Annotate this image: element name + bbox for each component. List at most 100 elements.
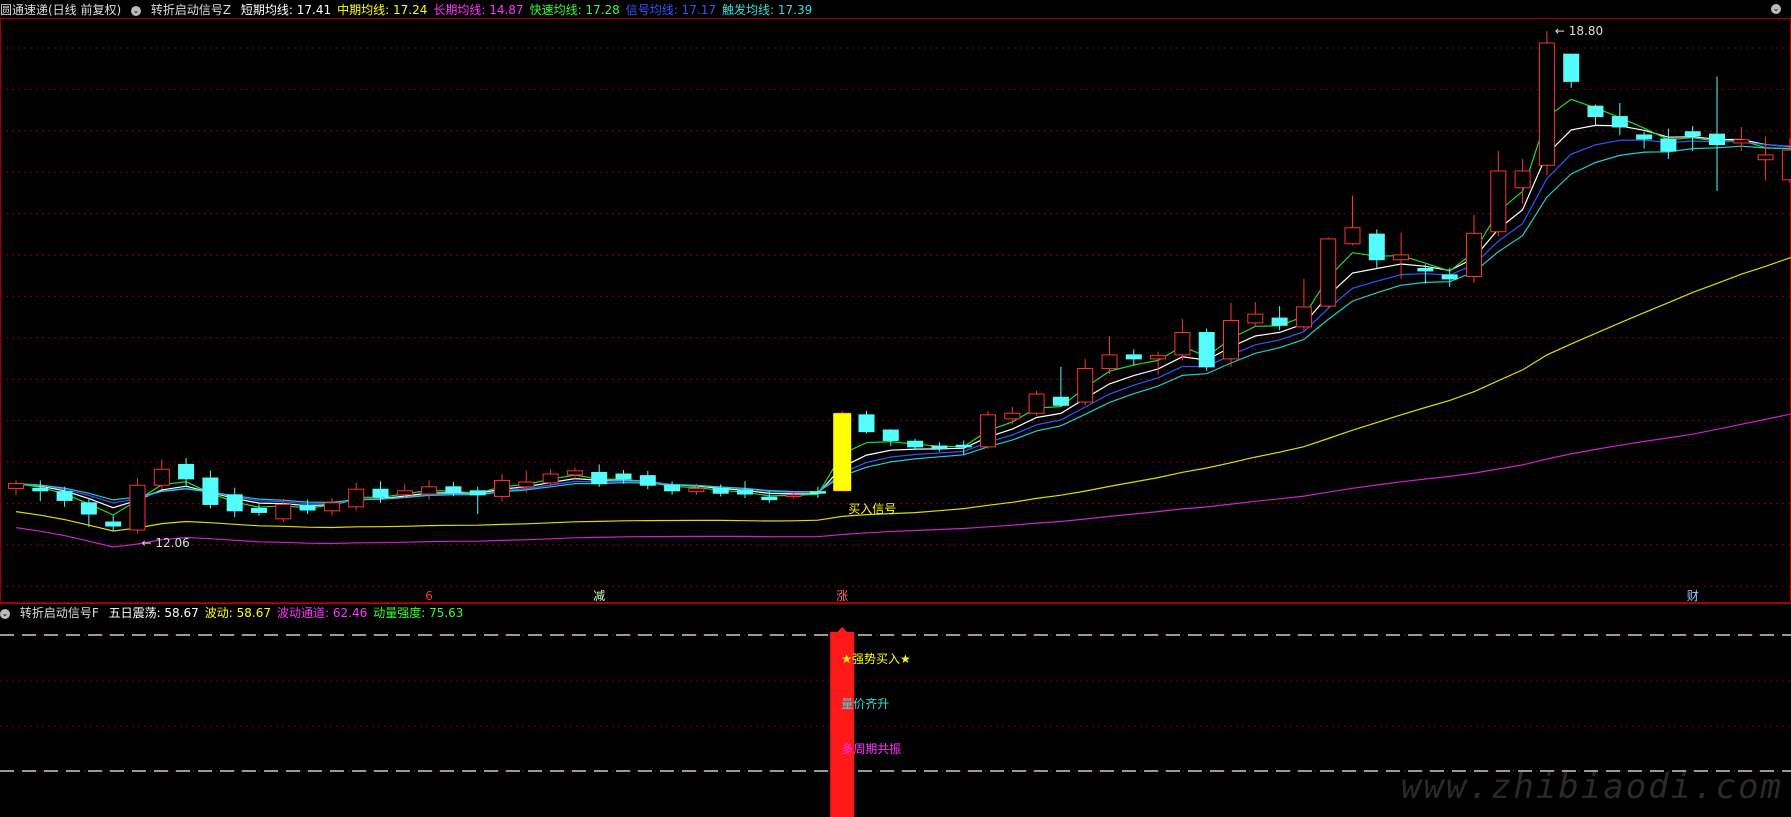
candle [105, 515, 122, 531]
oscillator-value-list: 五日震荡: 58.67 波动: 58.67 波动通道: 62.46 动量强度: 75.… [109, 606, 470, 620]
osc-value-item: 波动通道: 62.46 [277, 606, 368, 620]
candle [494, 474, 510, 502]
candle-body [591, 471, 608, 485]
candle [1466, 214, 1482, 283]
ma-value-item: 中期均线: 17.24 [337, 3, 428, 17]
candle-body [348, 488, 365, 508]
sub-indicator-name[interactable]: 转折启动信号F [20, 606, 99, 620]
candle [129, 478, 146, 534]
candle [639, 470, 656, 490]
osc-value-item: 动量强度: 75.63 [373, 606, 464, 620]
candle-body [1611, 116, 1628, 128]
candle-body [1198, 331, 1215, 368]
buy-signal-label: 买入信号 [848, 502, 896, 516]
date-marker: 财 [1687, 589, 1699, 603]
candle-body [396, 490, 413, 496]
candle-body [1417, 268, 1434, 272]
date-marker: 减 [593, 589, 605, 603]
ma-value-list: 短期均线: 17.41 中期均线: 17.24 长期均线: 14.87 快速均线: 1… [241, 3, 818, 17]
candle-body [153, 468, 170, 486]
trigger-ma-line [15, 145, 1791, 503]
candle-body [737, 489, 753, 495]
chart-labels: ← 18.80 ← 12.06 买入信号 6 减 涨 财 ★强势买入★ 量价齐升多周期共振 [142, 24, 1699, 756]
candle-body [251, 507, 267, 513]
signal-arrow-icon [837, 627, 848, 632]
buy-signal-marks [833, 413, 852, 491]
candle-body [882, 429, 899, 441]
candle [1781, 138, 1791, 183]
candle-body [1368, 233, 1385, 261]
candle [348, 482, 365, 511]
fast-ma-line [15, 98, 1791, 516]
candle-body [421, 486, 438, 495]
panel-menu-icon[interactable]: ⌄ [1771, 4, 1781, 14]
candle [202, 470, 219, 509]
candle-body [1223, 319, 1239, 360]
candle-body [1271, 317, 1288, 326]
candle-body [1320, 238, 1337, 307]
candle-body [202, 477, 219, 505]
candle [980, 410, 996, 449]
collapse-icon[interactable]: ⌄ [0, 608, 10, 619]
candle-body [1709, 133, 1725, 146]
candle [1077, 358, 1094, 406]
candle-body [1028, 393, 1045, 414]
candle-body [809, 491, 826, 494]
candle [566, 467, 583, 479]
candle [1320, 237, 1337, 308]
candle [153, 459, 170, 490]
multi-cycle-label: 多周期共振 [841, 742, 901, 756]
candle-body [907, 440, 924, 448]
candle [1611, 102, 1628, 135]
candle [1709, 76, 1725, 191]
sub-header: ⌄ 转折启动信号F 五日震荡: 58.67 波动: 58.67 波动通道: 62.4… [0, 604, 475, 622]
candle-body [1660, 138, 1677, 152]
candle [907, 438, 924, 451]
candle-body [1344, 227, 1361, 245]
candle-body [664, 484, 681, 492]
candle-body [129, 484, 146, 531]
candle [1368, 229, 1385, 268]
osc-value-item: 波动: 58.67 [204, 606, 271, 620]
candle-body [1538, 42, 1555, 166]
candle-body [955, 444, 972, 448]
candle-body [1441, 274, 1458, 280]
strong-buy-label: ★强势买入★ [841, 652, 911, 666]
candle-body [323, 502, 340, 512]
collapse-icon[interactable]: ⌄ [131, 5, 142, 16]
candle [858, 410, 875, 434]
candle [1441, 267, 1458, 287]
candle [1223, 302, 1239, 367]
volume-price-label: 量价齐升 [841, 696, 889, 711]
candle-body [56, 491, 73, 501]
mid-ma-line [15, 256, 1791, 532]
candle-body [1684, 131, 1701, 137]
candle-body [8, 483, 24, 489]
candle-body [1587, 105, 1604, 118]
candle [931, 442, 948, 452]
candle-body [542, 473, 559, 484]
candle-body [372, 488, 389, 498]
candle [882, 429, 899, 447]
stock-chart: ← 18.80 ← 12.06 买入信号 6 减 涨 财 ★强势买入★ 量价齐升多周期共振 [0, 18, 1791, 817]
candle [1247, 302, 1264, 327]
candle-body [1247, 313, 1264, 324]
indicator-name[interactable]: 转折启动信号Z [151, 3, 231, 17]
candle [1174, 318, 1191, 361]
candle-body [299, 504, 316, 511]
candle-body [32, 487, 49, 492]
candle-body [226, 494, 243, 512]
candle [737, 481, 753, 499]
candle [591, 464, 608, 487]
candle-body [1052, 396, 1069, 406]
candle-body [518, 481, 535, 488]
candle-body [566, 470, 583, 476]
candle [1004, 406, 1021, 425]
candle [8, 480, 24, 495]
candle [80, 498, 97, 527]
candle-body [1125, 354, 1142, 360]
candle-body [1101, 354, 1118, 369]
candle [1490, 150, 1507, 237]
candle [226, 487, 243, 518]
candle [323, 498, 340, 516]
